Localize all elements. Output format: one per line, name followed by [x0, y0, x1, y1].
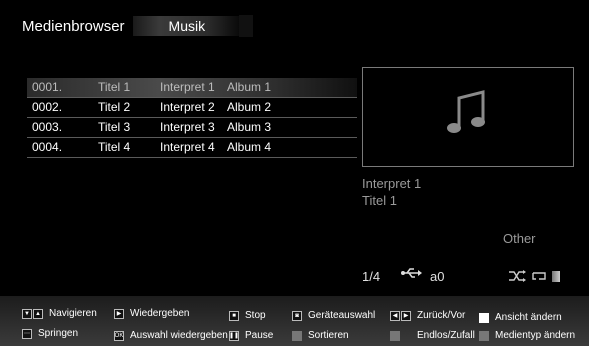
hint-label: Ansicht ändern [495, 312, 562, 323]
hint-label: Wiedergeben [130, 308, 190, 319]
hint-label: Zurück/Vor [417, 310, 466, 321]
hint-jump: ⋯ Springen [22, 328, 78, 339]
hint-change-view: Ansicht ändern [479, 312, 562, 323]
track-number: 0004. [32, 140, 63, 154]
mode-block-icon [552, 270, 560, 282]
usb-icon [400, 266, 422, 283]
track-row[interactable]: 0002. Titel 2 Interpret 2 Album 2 [27, 98, 357, 118]
arrow-down-icon: ▼ [22, 308, 32, 319]
hint-back-forward: ◀ ▶ Zurück/Vor [390, 310, 465, 321]
source-icon: ◙ [292, 310, 302, 321]
hint-loop-shuffle: Endlos/Zufall [390, 330, 475, 341]
track-album: Album 2 [227, 100, 272, 114]
hint-play-selection: OK Auswahl wiedergeben [114, 330, 228, 341]
hint-pause: ❚❚ Pause [229, 330, 273, 341]
track-title: Titel 2 [98, 100, 131, 114]
hint-label: Navigieren [49, 308, 97, 319]
track-title: Titel 3 [98, 120, 131, 134]
header-tabs: Medienbrowser Musik [22, 15, 254, 37]
arrow-up-icon: ▲ [33, 308, 43, 319]
hint-stop: ■ Stop [229, 310, 266, 321]
gray-key-icon [479, 330, 489, 341]
track-album: Album 3 [227, 120, 272, 134]
app-title: Medienbrowser [22, 17, 125, 35]
track-title: Titel 1 [98, 80, 131, 94]
track-number: 0002. [32, 100, 63, 114]
arrow-right-icon: ▶ [401, 310, 411, 321]
page-indicator: 1/4 [362, 269, 381, 284]
album-art-panel [362, 67, 574, 167]
tab-spacer [239, 15, 254, 37]
track-artist: Interpret 2 [160, 100, 215, 114]
play-icon: ▶ [114, 308, 124, 319]
music-note-icon [447, 90, 485, 133]
playback-mode-icons [508, 270, 560, 282]
jump-icon: ⋯ [22, 328, 32, 339]
repeat-icon [532, 272, 546, 280]
tab-music[interactable]: Musik [132, 16, 240, 36]
stop-icon: ■ [229, 310, 239, 321]
track-artist: Interpret 1 [160, 80, 215, 94]
track-row[interactable]: 0004. Titel 4 Interpret 4 Album 4 [27, 138, 357, 158]
track-artist: Interpret 3 [160, 120, 215, 134]
now-playing-artist: Interpret 1 [362, 176, 422, 191]
track-album: Album 1 [227, 80, 272, 94]
track-artist: Interpret 4 [160, 140, 215, 154]
gray-key-icon [390, 330, 400, 341]
hint-label: Sortieren [308, 330, 349, 341]
hint-navigate: ▼ ▲ Navigieren [22, 308, 97, 319]
track-row[interactable]: 0001. Titel 1 Interpret 1 Album 1 [27, 78, 357, 98]
shuffle-icon [509, 270, 526, 282]
hint-label: Auswahl wiedergeben [130, 330, 228, 341]
track-number: 0003. [32, 120, 63, 134]
hint-label: Springen [38, 328, 79, 339]
hint-label: Pause [245, 330, 274, 341]
track-title: Titel 4 [98, 140, 131, 154]
ok-key-icon: OK [114, 330, 124, 341]
hint-bar: ▼ ▲ Navigieren ▶ Wiedergeben ■ Stop ◙ Ger… [0, 296, 589, 346]
hint-label: Medientyp ändern [495, 330, 576, 341]
track-number: 0001. [32, 80, 63, 94]
track-list: 0001. Titel 1 Interpret 1 Album 1 0002. … [27, 78, 357, 158]
arrow-left-icon: ◀ [390, 310, 400, 321]
hint-label: Stop [245, 310, 266, 321]
hint-label: Geräteauswahl [308, 310, 376, 321]
hint-device-select: ◙ Geräteauswahl [292, 310, 375, 321]
device-label: a0 [430, 269, 445, 284]
track-row[interactable]: 0003. Titel 3 Interpret 3 Album 3 [27, 118, 357, 138]
white-key-icon [479, 312, 489, 323]
hint-label: Endlos/Zufall [417, 330, 475, 341]
track-album: Album 4 [227, 140, 272, 154]
hint-change-media-type: Medientyp ändern [479, 330, 575, 341]
now-playing-title: Titel 1 [362, 193, 397, 208]
gray-key-icon [292, 330, 302, 341]
hint-play: ▶ Wiedergeben [114, 308, 189, 319]
hint-sort: Sortieren [292, 330, 349, 341]
pause-icon: ❚❚ [229, 330, 239, 341]
media-category: Other [503, 231, 536, 246]
